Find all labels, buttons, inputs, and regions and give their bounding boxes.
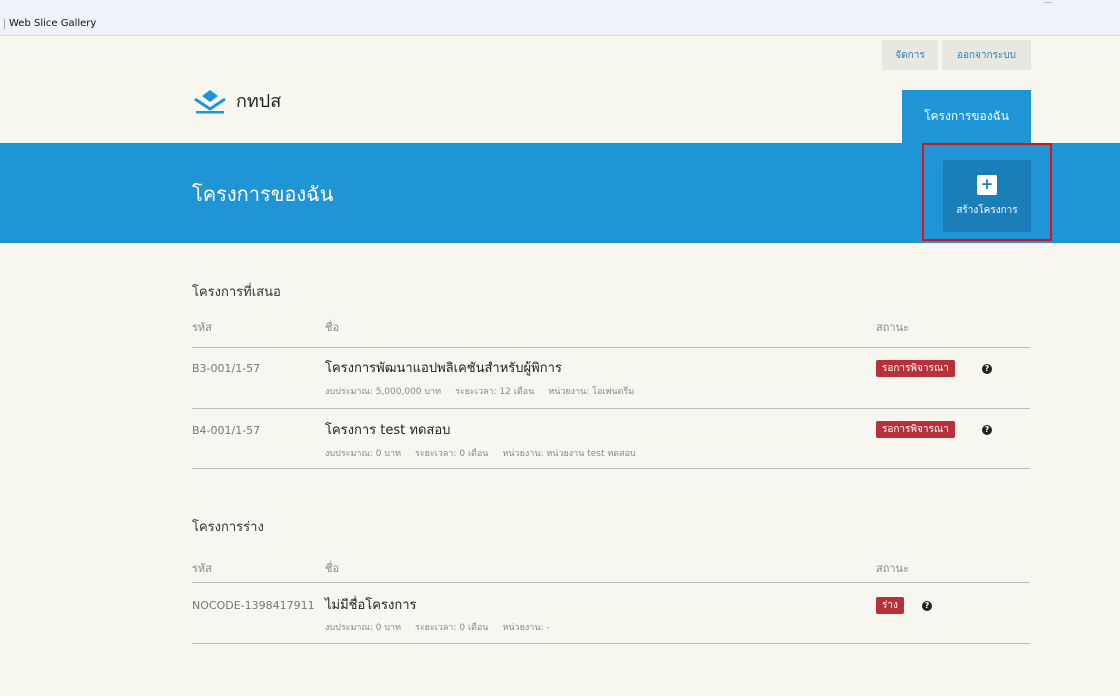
status-badge: รอการพิจารณา [876, 360, 955, 377]
logo-text: กทปส [236, 91, 282, 112]
project-agency: หน่วยงาน: โอเพ่นดรีม [548, 387, 635, 397]
project-code: B3-001/1-57 [192, 362, 261, 375]
column-status: สถานะ [876, 321, 909, 334]
divider [192, 582, 1030, 583]
project-name[interactable]: ไม่มีชื่อโครงการ [325, 594, 416, 615]
create-project-label: สร้างโครงการ [956, 204, 1018, 216]
page-title: โครงการของฉัน [192, 182, 334, 206]
column-name: ชื่อ [325, 321, 340, 334]
project-meta: งบประมาณ: 0 บาท ระยะเวลา: 0 เดือน หน่วยง… [325, 620, 550, 634]
project-meta: งบประมาณ: 0 บาท ระยะเวลา: 0 เดือน หน่วยง… [325, 446, 636, 460]
logout-link[interactable]: ออกจากระบบ [942, 40, 1031, 70]
project-agency: หน่วยงาน: - [502, 623, 550, 633]
divider [192, 408, 1030, 409]
project-duration: ระยะเวลา: 12 เดือน [455, 387, 535, 397]
column-name: ชื่อ [325, 562, 340, 575]
column-code: รหัส [192, 321, 212, 334]
project-name[interactable]: โครงการ test ทดสอบ [325, 419, 450, 440]
window-corner-mark [1044, 2, 1052, 6]
tab-my-projects[interactable]: โครงการของฉัน [902, 90, 1031, 143]
logo-icon [194, 89, 226, 113]
project-duration: ระยะเวลา: 0 เดือน [415, 449, 489, 459]
divider [192, 643, 1030, 644]
project-duration: ระยะเวลา: 0 เดือน [415, 623, 489, 633]
project-code: B4-001/1-57 [192, 424, 261, 437]
project-meta: งบประมาณ: 5,000,000 บาท ระยะเวลา: 12 เดื… [325, 384, 634, 398]
favorites-bar: Web Slice Gallery [0, 0, 1120, 36]
help-icon[interactable]: ? [982, 425, 992, 435]
project-code: NOCODE-1398417911 [192, 599, 315, 612]
column-status: สถานะ [876, 562, 909, 575]
favorite-web-slice-gallery[interactable]: Web Slice Gallery [4, 18, 96, 29]
divider [192, 468, 1030, 469]
help-icon[interactable]: ? [982, 364, 992, 374]
column-code: รหัส [192, 562, 212, 575]
drafts-section-title: โครงการร่าง [192, 520, 264, 535]
status-badge: รอการพิจารณา [876, 421, 955, 438]
help-icon[interactable]: ? [922, 601, 932, 611]
project-budget: งบประมาณ: 0 บาท [325, 623, 402, 633]
manage-link[interactable]: จัดการ [882, 40, 938, 70]
plus-icon: + [977, 174, 997, 195]
divider [4, 18, 5, 29]
proposed-section-title: โครงการที่เสนอ [192, 285, 281, 300]
project-budget: งบประมาณ: 5,000,000 บาท [325, 387, 442, 397]
project-name[interactable]: โครงการพัฒนาแอปพลิเคชันสำหรับผู้พิการ [325, 357, 562, 378]
divider [192, 347, 1030, 348]
favorite-label: Web Slice Gallery [9, 18, 97, 29]
project-agency: หน่วยงาน: หน่วยงาน test ทดสอบ [502, 449, 636, 459]
page-banner: โครงการของฉัน + สร้างโครงการ [0, 143, 1120, 243]
status-badge: ร่าง [876, 597, 904, 614]
project-budget: งบประมาณ: 0 บาท [325, 449, 402, 459]
logo[interactable]: กทปส [192, 86, 281, 115]
create-project-button[interactable]: + สร้างโครงการ [943, 160, 1031, 232]
